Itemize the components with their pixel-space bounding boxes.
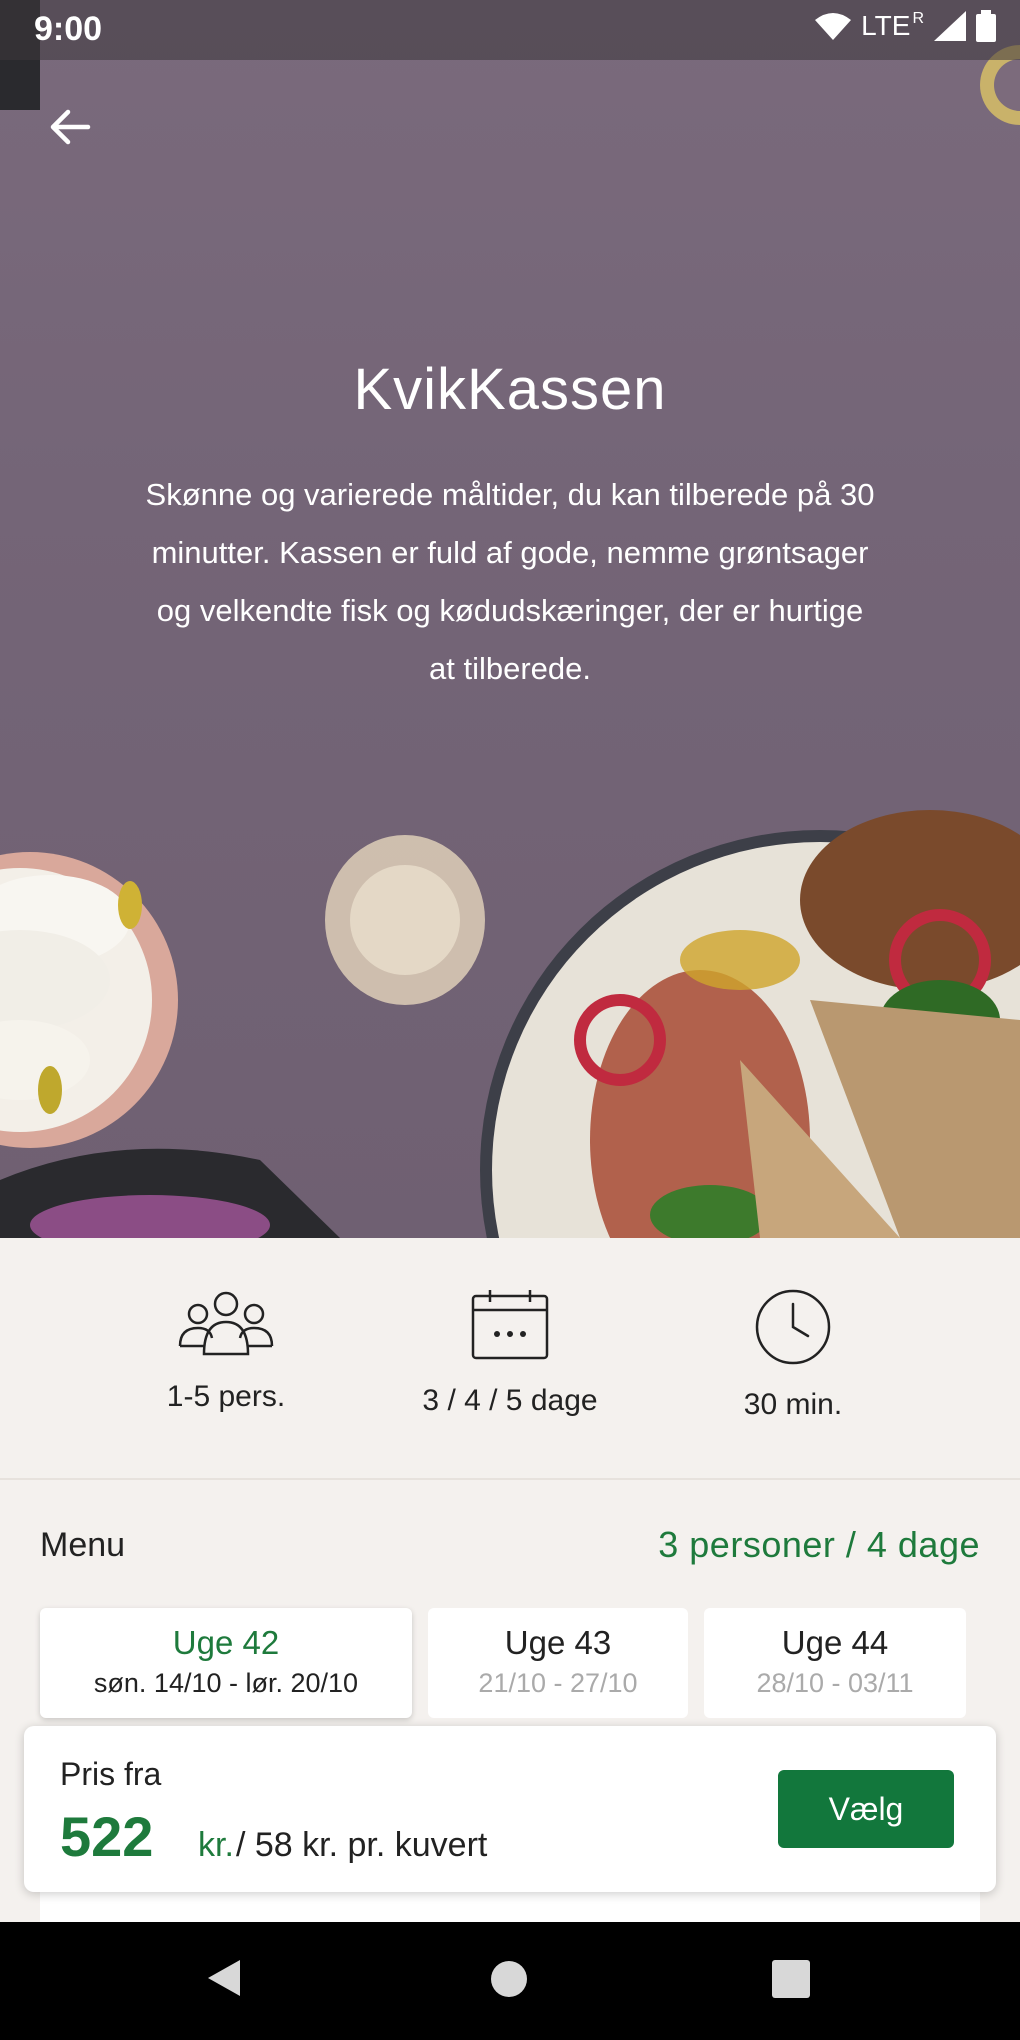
nav-back-icon[interactable] bbox=[206, 1958, 242, 1998]
divider bbox=[0, 1478, 1020, 1480]
clock-icon bbox=[755, 1289, 831, 1365]
select-button[interactable]: Vælg bbox=[778, 1770, 954, 1848]
calendar-icon bbox=[471, 1290, 549, 1360]
week-tab-43[interactable]: Uge 43 21/10 - 27/10 bbox=[428, 1608, 688, 1718]
nav-home-icon[interactable] bbox=[490, 1960, 528, 1998]
feature-persons: 1-5 pers. bbox=[96, 1288, 356, 1414]
people-icon bbox=[178, 1291, 274, 1356]
feature-label: 30 min. bbox=[743, 1388, 843, 1421]
food-image bbox=[0, 810, 1020, 1238]
menu-selection-link[interactable]: 3 personer / 4 dage bbox=[658, 1524, 980, 1566]
week-label: Uge 44 bbox=[781, 1624, 889, 1661]
week-label: Uge 43 bbox=[504, 1624, 612, 1661]
wifi-icon bbox=[815, 13, 852, 40]
network-type: LTE bbox=[861, 10, 911, 41]
feature-label: 1-5 pers. bbox=[166, 1380, 286, 1413]
box-description: Skønne og varierede måltider, du kan til… bbox=[145, 477, 875, 686]
status-time: 9:00 bbox=[34, 10, 103, 48]
back-arrow-icon[interactable] bbox=[44, 102, 94, 152]
week-dates: 28/10 - 03/11 bbox=[756, 1668, 914, 1698]
price-label: Pris fra bbox=[60, 1756, 162, 1792]
week-tab-44[interactable]: Uge 44 28/10 - 03/11 bbox=[704, 1608, 966, 1718]
page-title: KvikKassen bbox=[353, 357, 667, 422]
nav-recents-icon[interactable] bbox=[772, 1960, 810, 1998]
feature-time: 30 min. bbox=[663, 1288, 923, 1422]
price-card: Pris fra 522 kr. / 58 kr. pr. kuvert Væl… bbox=[24, 1726, 996, 1892]
box-features: 1-5 pers. 3 / 4 / 5 dage 30 min. bbox=[0, 1238, 1020, 1478]
price-amount: 522 bbox=[60, 1805, 154, 1868]
week-dates: søn. 14/10 - lør. 20/10 bbox=[93, 1668, 359, 1698]
price-per-cover: / 58 kr. pr. kuvert bbox=[236, 1826, 488, 1864]
week-label: Uge 42 bbox=[172, 1624, 280, 1661]
feature-days: 3 / 4 / 5 dage bbox=[380, 1288, 640, 1418]
menu-heading: Menu bbox=[40, 1526, 126, 1564]
week-tab-42[interactable]: Uge 42 søn. 14/10 - lør. 20/10 bbox=[40, 1608, 412, 1718]
roaming-indicator: R bbox=[912, 10, 924, 27]
week-dates: 21/10 - 27/10 bbox=[478, 1668, 638, 1698]
signal-icon bbox=[934, 11, 966, 41]
hero-banner: 9:00 LTE R KvikKassen Skønne og variered… bbox=[0, 0, 1020, 1238]
price-currency: kr. bbox=[198, 1826, 234, 1864]
system-nav-bar bbox=[0, 1922, 1020, 2040]
status-bar: 9:00 LTE R bbox=[0, 0, 1020, 60]
feature-label: 3 / 4 / 5 dage bbox=[422, 1384, 598, 1417]
menu-list-peek bbox=[40, 1892, 980, 1922]
battery-icon bbox=[976, 10, 996, 42]
